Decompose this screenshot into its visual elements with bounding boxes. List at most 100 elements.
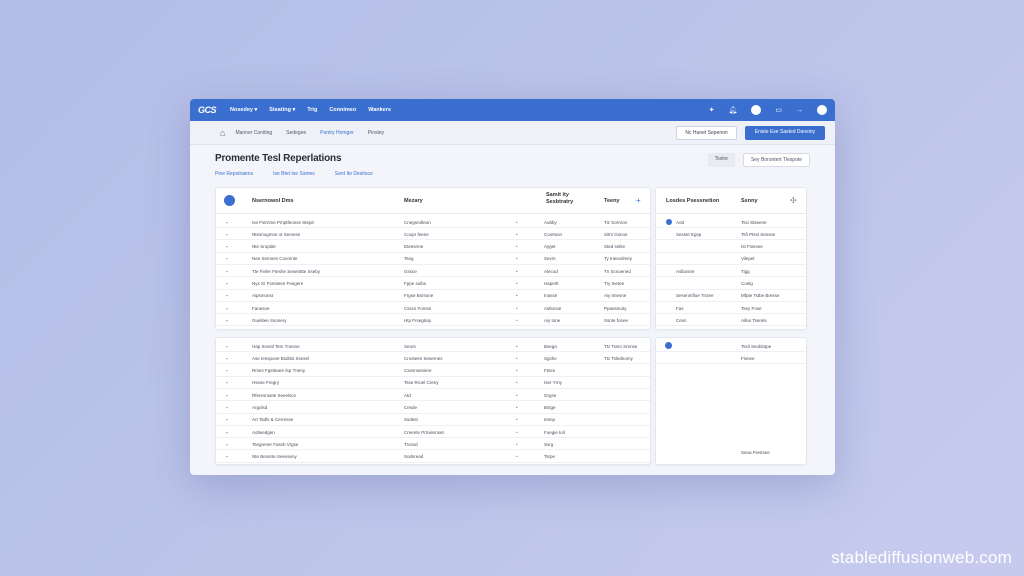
row-marker-icon[interactable]: ▪	[226, 269, 228, 274]
row-marker-icon[interactable]: ▪	[226, 318, 228, 323]
filter-link-0[interactable]: Pine Repstraiens	[215, 171, 253, 177]
col-memory[interactable]: Mezary	[404, 198, 423, 204]
crumb-2[interactable]: Pontry Homger	[320, 130, 354, 136]
table-row[interactable]: ▪ Rmes Fgstteare Ilqr Tneny Csesnseniere Ft…	[216, 365, 650, 377]
table-row[interactable]: ▪ Guelitee Ssonery Htp Frsegtiop Aiy tone Ss…	[216, 314, 650, 327]
app-logo[interactable]: GCS	[198, 105, 217, 115]
table-row[interactable]: ▪ Argolsd Cesde Bstge •	[216, 402, 650, 414]
table-row[interactable]: ▪ Art Tadls & Cerresse Ssdest Iesnp •	[216, 414, 650, 426]
primary-button[interactable]: Eniste Ese Sasted Dansiny	[744, 125, 825, 140]
table-row[interactable]: Cesn Aifeo Tserels	[656, 314, 806, 327]
col-name[interactable]: Nsernowol Dms	[252, 198, 294, 204]
table-row[interactable]: ▪ Nte Beosrte Seesseny Sodsread Tsrpe •	[216, 451, 650, 463]
row-marker-icon[interactable]: ▪	[226, 356, 228, 361]
nav-item-0[interactable]: Nosedey ▾	[230, 107, 257, 113]
filter-link-2[interactable]: Sent Ite Desitoce	[335, 171, 373, 177]
nav-item-1[interactable]: Steating ▾	[269, 107, 295, 113]
user-icon[interactable]	[817, 105, 827, 115]
row-marker-icon[interactable]: ▪	[226, 306, 228, 311]
table-row[interactable]: ▪ Nee Semnes Conmnte Tseg Sevrs Ty tnesodmey…	[216, 253, 650, 265]
col-stability[interactable]: Samit ity Sesbtratry	[546, 192, 573, 206]
col-summary[interactable]: Ssnny	[741, 198, 758, 204]
table-row[interactable]: ▪ Hap Snsstl Tem Tnesne Seors Bsega Ttz Tssm…	[216, 340, 650, 352]
table-row[interactable]: ▪ Rferesnsete Seeelsce Atd Grgse •	[216, 389, 650, 402]
table-cell: Try tnetee	[604, 281, 625, 286]
crumb-0[interactable]: Manner Coniting	[235, 130, 272, 136]
table-cell: Atd	[404, 392, 411, 398]
col-presentation[interactable]: Losdes Psessnetion	[666, 198, 719, 204]
table-row[interactable]: ▪ Aipsmonst Frgse Bsntone Inasse Aiy tmesne •	[216, 290, 650, 302]
table-row[interactable]: Sesenmfloe Trctee Mfpte Tstbe Bresse	[656, 290, 806, 302]
table-row[interactable]: Fisnee	[656, 352, 806, 365]
table-row[interactable]: ▪ Nte Sroptite Eteesrme Ayget Sted selite •	[216, 241, 650, 253]
row-marker-icon[interactable]: ▪	[226, 293, 228, 298]
table-cell: Rmes Fgstteare Ilqr Tneny	[252, 368, 306, 374]
table-cell: Sodsread	[404, 454, 424, 460]
table-row[interactable]: ▪ Aolteedgen Creente Prtoiesnset Fuegie toi…	[216, 426, 650, 439]
table-row[interactable]: ▪ Tte Fieler Fteshe Sesenttte Sseby Gssce A…	[216, 265, 650, 278]
crumb-1[interactable]: Sedegee	[286, 130, 306, 136]
table-cell: Csesnseniere	[404, 368, 432, 374]
top-icons: ✦ 🔔︎ ▭ →	[709, 105, 827, 115]
row-marker-icon[interactable]: ▪	[226, 454, 228, 459]
row-marker-icon[interactable]: ▪	[226, 442, 228, 447]
table-cell: Tssil Seoblotpe	[741, 343, 772, 349]
table-row[interactable]: Fas Tsey Fose	[656, 302, 806, 315]
table-cell: Ntesnogmne ot Semese	[252, 231, 301, 237]
table-row[interactable]: Vilepel	[656, 253, 806, 265]
table-row[interactable]: Tssil Seoblotpe	[656, 340, 806, 352]
table-cell: Tssi Stseene	[741, 219, 767, 225]
table-row[interactable]: ▪ Nyx Sr Fsmiteen Feegere Fppe suibs Haperl…	[216, 278, 650, 290]
table-cell: Seors	[404, 343, 416, 349]
table-cell: Tsrpe	[544, 454, 556, 460]
filter-links: Pine Repstraiens Ise Btet Ise Ssmes Sent…	[215, 171, 373, 177]
pin-icon[interactable]: ✦	[709, 106, 715, 114]
table-row[interactable]: Aott Tssi Stseene	[656, 216, 806, 228]
table-row[interactable]: ▪ Ase Ienspone Bsditst Ssesel Crosteen Ses…	[216, 352, 650, 365]
table-row[interactable]: ▪ Tsegrener Fassh Vrgse Trcesd Ssrg •	[216, 438, 650, 451]
row-marker-icon[interactable]: ▪	[226, 244, 228, 249]
table-row[interactable]: Ist Fsiesee	[656, 241, 806, 253]
filter-link-1[interactable]: Ise Btet Ise Ssmes	[273, 171, 315, 177]
table-row[interactable]: Sena Fiestsee	[656, 446, 806, 458]
secondary-button[interactable]: Nc Hanet Sepenon	[676, 125, 737, 140]
nav-item-4[interactable]: Wankers	[368, 107, 391, 113]
filter-button[interactable]: Tsstre	[707, 153, 735, 167]
table-cell: Aiy tone	[544, 317, 561, 323]
row-marker-icon[interactable]: ▪	[226, 281, 228, 286]
add-column-icon[interactable]: +	[636, 196, 641, 205]
avatar-icon[interactable]	[751, 105, 762, 115]
row-marker-icon[interactable]: ▪	[226, 344, 228, 349]
row-marker-icon[interactable]: ▪	[226, 380, 228, 385]
row-marker-icon[interactable]: ▪	[226, 430, 228, 435]
row-flag-icon: •	[516, 231, 518, 237]
table-row[interactable]: ▪ Fanesne Csscs Fomsn Astlonse Ppaesmoty •	[216, 302, 650, 315]
nav-item-2[interactable]: Trig	[307, 107, 317, 113]
row-marker-icon[interactable]: ▪	[226, 232, 228, 237]
row-marker-icon[interactable]: ▪	[226, 220, 228, 225]
bell-icon[interactable]: 🔔︎	[728, 106, 737, 114]
row-marker-icon[interactable]: ▪	[226, 417, 228, 422]
nav-item-3[interactable]: Connimeo	[329, 107, 356, 113]
table-row[interactable]: ▪ Ise Fstrnme Pmptfeonse Stepit Cnegsrolte…	[216, 216, 650, 228]
table-cell: Alecod	[544, 268, 558, 274]
home-icon[interactable]: ⌂	[220, 128, 225, 138]
template-button[interactable]: Sey Borontert Tlespote	[742, 153, 810, 167]
col-type[interactable]: Teeny	[604, 198, 620, 204]
row-marker-icon[interactable]: ▪	[226, 368, 228, 373]
table-row[interactable]: Sesste Egsp Tsfi Ptsst Sensse	[656, 228, 806, 241]
table-row[interactable]: Aslbosne Tigg	[656, 265, 806, 278]
arrow-icon[interactable]: →	[796, 107, 803, 114]
row-marker-icon[interactable]: ▪	[226, 256, 228, 261]
monitor-icon[interactable]: ▭	[775, 106, 782, 114]
select-all-icon[interactable]	[224, 195, 235, 206]
row-marker-icon[interactable]: ▪	[226, 405, 228, 410]
crumb-3[interactable]: Pinstey	[368, 130, 384, 136]
row-marker-icon[interactable]: ▪	[226, 393, 228, 398]
table-row[interactable]: ▪ Ntesnogmne ot Semese Coopr feene Cosrtosn…	[216, 228, 650, 241]
table-row[interactable]: Coelg	[656, 278, 806, 290]
settings-icon[interactable]: ✣	[790, 196, 797, 205]
table-cell: Aslbosne	[676, 268, 695, 274]
table-row[interactable]: ▪ Hsese Fregry Tsse Rroel Creny Iser Yrny •	[216, 377, 650, 389]
row-flag-icon: •	[516, 317, 518, 323]
